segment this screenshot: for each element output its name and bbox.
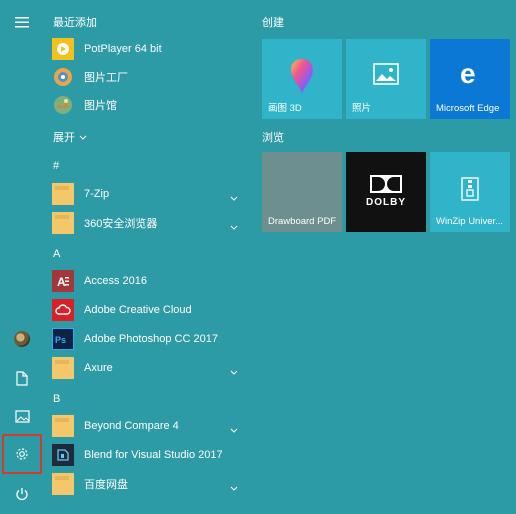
creative-cloud-icon xyxy=(52,299,74,321)
potplayer-icon xyxy=(52,38,74,60)
group-letter-b[interactable]: B xyxy=(53,393,60,405)
app-label: 图片工厂 xyxy=(84,72,128,84)
tile-photos[interactable]: 照片 xyxy=(346,39,426,119)
create-group-header[interactable]: 创建 xyxy=(262,14,284,30)
dolby-logo-text: DOLBY xyxy=(366,197,406,208)
expand-label: 展开 xyxy=(53,132,75,144)
photos-icon xyxy=(346,63,426,85)
tile-label: 照片 xyxy=(352,103,372,114)
svg-text:A: A xyxy=(57,275,66,288)
tile-winzip[interactable]: WinZip Univer... xyxy=(430,152,510,232)
app-item-blend[interactable]: Blend for Visual Studio 2017 xyxy=(52,441,252,469)
folder-icon xyxy=(52,415,74,437)
chevron-down-icon xyxy=(79,131,87,143)
chevron-down-icon xyxy=(230,478,238,496)
hamburger-menu-icon xyxy=(15,16,29,28)
dolby-icon: DOLBY xyxy=(346,174,426,208)
app-label: 百度网盘 xyxy=(84,479,128,491)
chevron-down-icon xyxy=(230,420,238,438)
group-letter-hash[interactable]: # xyxy=(53,160,59,172)
app-item-7zip[interactable]: 7-Zip xyxy=(52,180,252,208)
group-letter-a[interactable]: A xyxy=(53,248,60,260)
picture-gallery-icon xyxy=(52,94,74,116)
tile-label: 画图 3D xyxy=(268,103,302,114)
app-item-picture-factory[interactable]: 图片工厂 xyxy=(52,63,252,91)
tile-microsoft-edge[interactable]: e Microsoft Edge xyxy=(430,39,510,119)
power-button[interactable] xyxy=(2,474,42,514)
app-label: Adobe Photoshop CC 2017 xyxy=(84,333,218,345)
app-label: 图片馆 xyxy=(84,100,117,112)
paint3d-icon xyxy=(262,57,342,95)
blend-icon xyxy=(52,444,74,466)
app-item-access[interactable]: A Access 2016 xyxy=(52,267,252,295)
picture-factory-icon xyxy=(52,66,74,88)
tile-label: Microsoft Edge xyxy=(436,103,500,114)
app-label: Blend for Visual Studio 2017 xyxy=(84,449,223,461)
app-list: 最近添加 PotPlayer 64 bit 图片工厂 图片馆 展开 # 7-Zi… xyxy=(44,0,256,506)
recently-added-header: 最近添加 xyxy=(53,17,97,29)
app-label: Access 2016 xyxy=(84,275,147,287)
tile-label: WinZip Univer... xyxy=(436,216,504,227)
user-avatar xyxy=(14,331,30,347)
pictures-icon xyxy=(14,409,30,423)
photoshop-icon: Ps xyxy=(52,328,74,350)
app-item-baidu-netdisk[interactable]: 百度网盘 xyxy=(52,470,252,498)
app-item-potplayer[interactable]: PotPlayer 64 bit xyxy=(52,35,252,63)
chevron-down-icon xyxy=(230,362,238,380)
tile-drawboard-pdf[interactable]: Drawboard PDF xyxy=(262,152,342,232)
app-label: Beyond Compare 4 xyxy=(84,420,179,432)
settings-button[interactable] xyxy=(2,434,42,474)
chevron-down-icon xyxy=(230,188,238,206)
app-item-creative-cloud[interactable]: Adobe Creative Cloud xyxy=(52,296,252,324)
svg-text:e: e xyxy=(460,59,476,87)
folder-icon xyxy=(52,212,74,234)
user-avatar-button[interactable] xyxy=(2,319,42,359)
app-item-beyond-compare[interactable]: Beyond Compare 4 xyxy=(52,412,252,440)
document-icon xyxy=(16,370,28,386)
tile-label: Drawboard PDF xyxy=(268,216,337,227)
pictures-button[interactable] xyxy=(2,396,42,436)
app-label: Axure xyxy=(84,362,113,374)
access-icon: A xyxy=(52,270,74,292)
expand-button[interactable]: 展开 xyxy=(53,129,87,145)
folder-icon xyxy=(52,357,74,379)
app-item-picture-gallery[interactable]: 图片馆 xyxy=(52,91,252,119)
tile-paint3d[interactable]: 画图 3D xyxy=(262,39,342,119)
app-item-axure[interactable]: Axure xyxy=(52,354,252,382)
documents-button[interactable] xyxy=(2,358,42,398)
folder-icon xyxy=(52,473,74,495)
app-label: 360安全浏览器 xyxy=(84,218,158,230)
app-label: Adobe Creative Cloud xyxy=(84,304,192,316)
app-label: 7-Zip xyxy=(84,188,110,200)
edge-icon: e xyxy=(430,59,510,87)
app-item-photoshop[interactable]: Ps Adobe Photoshop CC 2017 xyxy=(52,325,252,353)
winzip-icon xyxy=(430,176,510,202)
browse-group-header[interactable]: 浏览 xyxy=(262,129,284,145)
svg-text:Ps: Ps xyxy=(55,335,66,345)
left-rail xyxy=(0,0,44,506)
app-label: PotPlayer 64 bit xyxy=(84,43,162,55)
settings-icon xyxy=(14,446,30,462)
app-item-360-browser[interactable]: 360安全浏览器 xyxy=(52,209,252,237)
power-icon xyxy=(15,487,29,501)
folder-icon xyxy=(52,183,74,205)
hamburger-menu-button[interactable] xyxy=(2,2,42,42)
tile-dolby[interactable]: DOLBY xyxy=(346,152,426,232)
chevron-down-icon xyxy=(230,217,238,235)
